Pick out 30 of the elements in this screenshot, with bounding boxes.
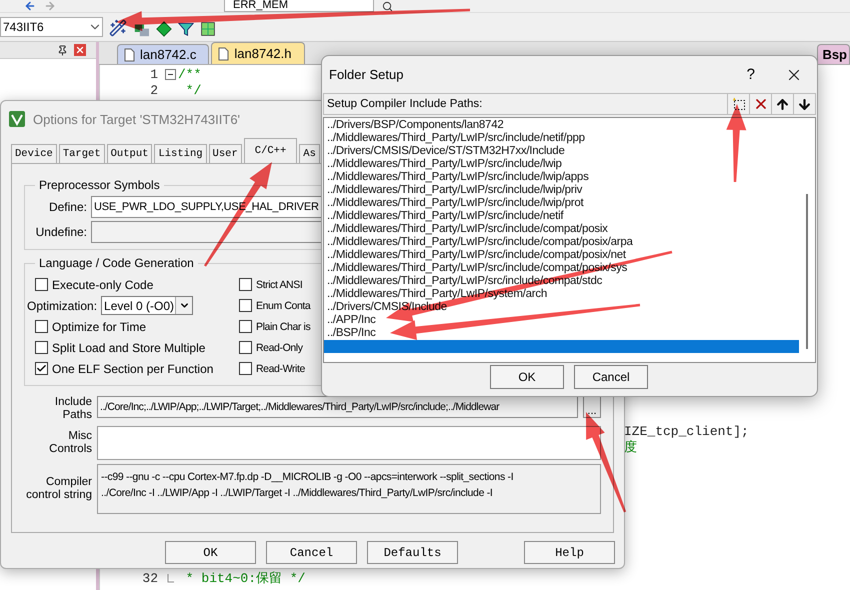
checkbox-label: Plain Char is: [256, 320, 310, 332]
dialog-title: Folder Setup: [329, 67, 404, 82]
checkbox-label: Read-Only: [256, 342, 303, 354]
checkbox-label: Read-Write: [256, 362, 305, 374]
field-label: Compiler control string: [25, 476, 92, 502]
dialog-title: Options for Target 'STM32H743IIT6': [33, 112, 240, 126]
field-label: Misc Controls: [48, 430, 92, 456]
checkbox-label: One ELF Section per Function: [52, 362, 214, 376]
field-label: Include Paths: [54, 396, 92, 422]
code-line: * bit4~0:保留 */: [184, 570, 306, 587]
code-line: /**: [178, 66, 202, 82]
checkbox-label: Enum Conta: [256, 300, 310, 312]
list-header: Setup Compiler Include Paths:: [327, 98, 482, 110]
code-line: */: [184, 82, 202, 98]
line-number: 1: [149, 66, 159, 82]
group-title: Language / Code Generation: [38, 256, 195, 270]
code-line: 度: [624, 439, 637, 456]
line-number: 32: [141, 570, 159, 586]
checkbox-label: Split Load and Store Multiple: [52, 340, 206, 354]
checkbox-label: Optimize for Time: [52, 320, 146, 334]
compiler-string-line: ../Core/Inc -I ../LWIP/App -I ../LWIP/Target -I ../Middlewares/Third_Party/LwIP/src/include -I: [101, 486, 494, 501]
checkbox-label: Strict ANSI: [256, 278, 302, 290]
compiler-string-line: --c99 --gnu -c --cpu Cortex-M7.fp.dp -D__MICROLIB -g -O0 --apcs=interwork --split_sections -I: [101, 470, 514, 485]
field-label: Undefine:: [35, 225, 87, 239]
code-line: IZE_tcp_client];: [624, 424, 749, 438]
field-label: Optimization:: [27, 298, 98, 312]
field-label: Define:: [48, 200, 87, 214]
checkbox-label: Execute-only Code: [52, 278, 154, 292]
line-number: 2: [149, 82, 159, 98]
group-title: Preprocessor Symbols: [38, 178, 161, 192]
